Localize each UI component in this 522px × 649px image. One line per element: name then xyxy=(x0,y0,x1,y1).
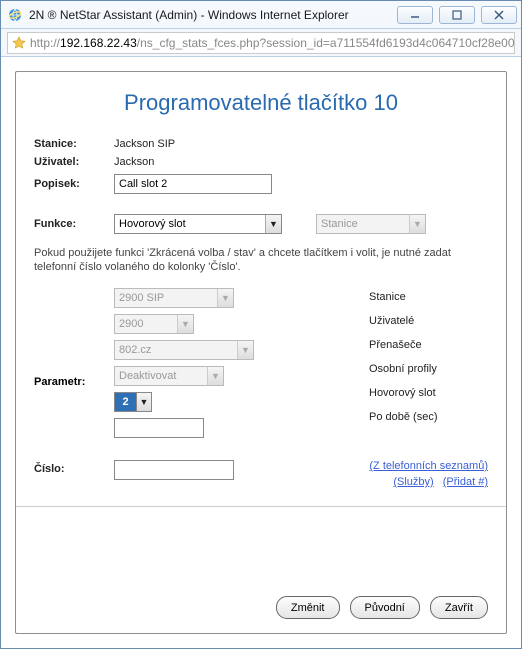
chevron-down-icon: ▼ xyxy=(177,315,193,333)
content-frame: Programovatelné tlačítko 10 Stanice: Jac… xyxy=(15,71,507,634)
label-funkce: Funkce: xyxy=(34,218,114,230)
param-uzivatele-select: 2900▼ xyxy=(114,314,194,334)
url-text: http://192.168.22.43/ns_cfg_stats_fces.p… xyxy=(30,36,515,50)
label-popisek: Popisek: xyxy=(34,178,114,190)
popisek-input[interactable] xyxy=(114,174,272,194)
po-dobe-input[interactable] xyxy=(114,418,204,438)
close-button[interactable] xyxy=(481,6,517,24)
zmenit-button[interactable]: Změnit xyxy=(276,596,340,619)
window-frame: 2N ® NetStar Assistant (Admin) - Windows… xyxy=(0,0,522,649)
maximize-button[interactable] xyxy=(439,6,475,24)
page-title: Programovatelné tlačítko 10 xyxy=(34,90,488,116)
ie-icon xyxy=(7,7,23,23)
link-phonebook[interactable]: (Z telefonních seznamů) xyxy=(369,460,488,472)
client-area: Programovatelné tlačítko 10 Stanice: Jac… xyxy=(1,57,521,648)
param-label-slot: Hovorový slot xyxy=(369,387,437,399)
zavrit-button[interactable]: Zavřít xyxy=(430,596,488,619)
window-title: 2N ® NetStar Assistant (Admin) - Windows… xyxy=(29,8,349,22)
favicon-icon xyxy=(12,35,26,51)
param-slot-select[interactable]: 2 ▼ xyxy=(114,392,294,412)
label-parametr: Parametr: xyxy=(34,288,114,438)
label-uzivatel: Uživatel: xyxy=(34,156,114,168)
chevron-down-icon: ▼ xyxy=(217,289,233,307)
label-stanice: Stanice: xyxy=(34,138,114,150)
param-stanice-select: 2900 SIP▼ xyxy=(114,288,234,308)
chevron-down-icon: ▼ xyxy=(409,215,425,233)
label-cislo: Číslo: xyxy=(34,460,114,475)
puvodni-button[interactable]: Původní xyxy=(350,596,420,619)
param-label-uzivatele: Uživatelé xyxy=(369,315,437,327)
help-text: Pokud použijete funkci 'Zkrácená volba /… xyxy=(34,246,488,274)
footer-buttons: Změnit Původní Zavřít xyxy=(34,586,488,619)
stanice-select: Stanice ▼ xyxy=(316,214,426,234)
chevron-down-icon: ▼ xyxy=(237,341,253,359)
param-label-stanice: Stanice xyxy=(369,291,437,303)
chevron-down-icon: ▼ xyxy=(207,367,223,385)
slot-value: 2 xyxy=(114,392,136,412)
chevron-down-icon: ▼ xyxy=(265,215,281,233)
param-label-po-dobe: Po době (sec) xyxy=(369,411,437,423)
link-sluzby[interactable]: (Služby) xyxy=(393,476,433,488)
address-field[interactable]: http://192.168.22.43/ns_cfg_stats_fces.p… xyxy=(7,32,515,54)
links-area: (Z telefonních seznamů) (Služby) (Přidat… xyxy=(234,460,488,488)
minimize-button[interactable] xyxy=(397,6,433,24)
param-label-prenasece: Přenašeče xyxy=(369,339,437,351)
separator xyxy=(16,506,506,507)
cislo-input[interactable] xyxy=(114,460,234,480)
param-label-profily: Osobní profily xyxy=(369,363,437,375)
titlebar: 2N ® NetStar Assistant (Admin) - Windows… xyxy=(1,1,521,29)
value-stanice: Jackson SIP xyxy=(114,138,175,150)
link-pridat[interactable]: (Přidat #) xyxy=(443,476,488,488)
address-bar: http://192.168.22.43/ns_cfg_stats_fces.p… xyxy=(1,29,521,57)
funkce-select[interactable]: Hovorový slot ▼ xyxy=(114,214,282,234)
param-prenasece-select: 802.cz▼ xyxy=(114,340,254,360)
chevron-down-icon: ▼ xyxy=(136,392,152,412)
param-profil-select: Deaktivovat▼ xyxy=(114,366,224,386)
value-uzivatel: Jackson xyxy=(114,156,154,168)
